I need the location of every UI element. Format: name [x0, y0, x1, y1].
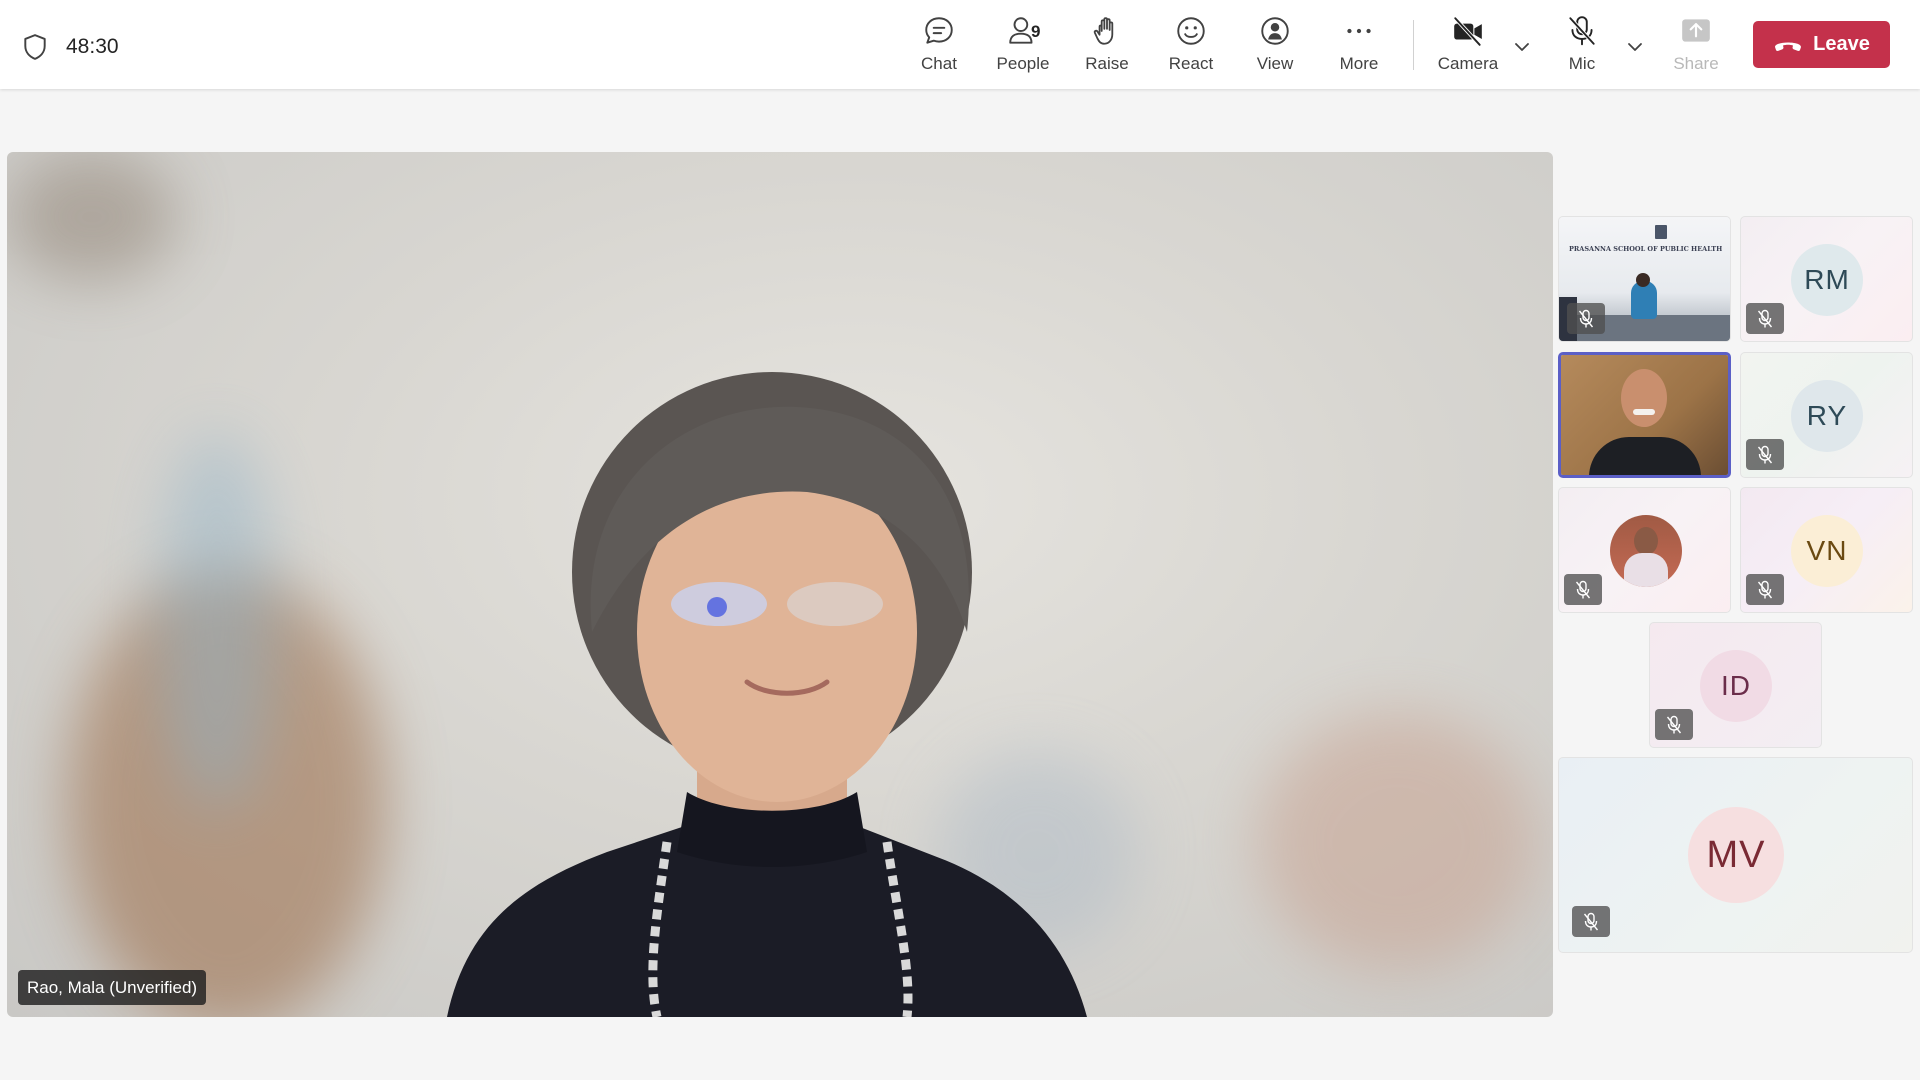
muted-indicator — [1564, 574, 1602, 605]
participant-smile — [1633, 409, 1655, 415]
camera-label: Camera — [1437, 54, 1499, 73]
room-person-head — [1636, 273, 1650, 287]
view-icon — [1261, 17, 1289, 45]
participant-tile[interactable]: ID — [1649, 622, 1822, 748]
muted-indicator — [1746, 574, 1784, 605]
chat-label: Chat — [921, 54, 957, 73]
people-button[interactable]: 9 People — [981, 14, 1065, 80]
avatar: VN — [1791, 515, 1863, 587]
view-button[interactable]: View — [1233, 14, 1317, 80]
more-button[interactable]: More — [1317, 14, 1401, 80]
share-icon — [1682, 19, 1710, 42]
react-button[interactable]: React — [1149, 14, 1233, 80]
participant-tile[interactable]: VN — [1740, 487, 1913, 613]
mic-off-icon — [1575, 580, 1591, 598]
share-label: Share — [1673, 54, 1719, 73]
smiley-icon — [1177, 17, 1205, 45]
avatar-photo — [1610, 515, 1682, 587]
people-label: People — [996, 54, 1050, 73]
leave-label: Leave — [1813, 33, 1870, 55]
muted-indicator — [1567, 303, 1605, 334]
shield-icon[interactable] — [22, 33, 48, 61]
participant-tile[interactable]: RM — [1740, 216, 1913, 342]
camera-off-icon — [1453, 16, 1482, 47]
raise-hand-icon — [1093, 17, 1114, 45]
more-label: More — [1339, 54, 1379, 73]
avatar: ID — [1700, 650, 1772, 722]
mic-off-icon — [1578, 309, 1594, 327]
muted-indicator — [1655, 709, 1693, 740]
participant-tile[interactable] — [1558, 487, 1731, 613]
mic-off-icon — [1757, 309, 1773, 327]
chat-button[interactable]: Chat — [897, 14, 981, 80]
more-dots-icon — [1347, 28, 1371, 34]
people-count-badge: 9 — [1031, 22, 1041, 41]
meeting-timer: 48:30 — [66, 35, 119, 58]
participant-name-tag: Rao, Mala (Unverified) — [18, 970, 207, 1005]
room-banner-text: PRASANNA SCHOOL OF PUBLIC HEALTH — [1569, 245, 1723, 253]
chat-icon — [925, 17, 953, 44]
participant-tile[interactable]: RY — [1740, 352, 1913, 478]
raise-hand-button[interactable]: Raise — [1065, 14, 1149, 80]
raise-label: Raise — [1085, 54, 1129, 73]
camera-button[interactable]: Camera — [1426, 14, 1510, 80]
react-label: React — [1168, 54, 1214, 73]
mic-off-icon — [1666, 715, 1682, 733]
main-video-feed[interactable]: Rao, Mala (Unverified) — [7, 152, 1553, 1017]
mic-off-icon — [1757, 445, 1773, 463]
meeting-toolbar: 48:30 Chat 9 People Raise React View Mor… — [0, 0, 1920, 89]
wall-frame — [1655, 225, 1667, 239]
muted-indicator — [1746, 303, 1784, 334]
avatar-photo-face — [1634, 527, 1658, 555]
avatar: RM — [1791, 244, 1863, 316]
speaker-silhouette — [447, 372, 1087, 1017]
toolbar-divider — [1413, 20, 1414, 70]
avatar: RY — [1791, 380, 1863, 452]
avatar-photo-body — [1624, 553, 1668, 587]
chevron-down-icon[interactable] — [1624, 36, 1646, 58]
participant-tile-active[interactable] — [1558, 352, 1731, 478]
participant-tile[interactable]: PRASANNA SCHOOL OF PUBLIC HEALTH — [1558, 216, 1731, 342]
leave-button[interactable]: Leave — [1753, 21, 1890, 68]
view-label: View — [1256, 54, 1294, 73]
hang-up-icon — [1775, 42, 1802, 51]
participant-face — [1621, 369, 1667, 427]
share-button[interactable]: Share — [1654, 14, 1738, 80]
chevron-down-icon[interactable] — [1511, 36, 1533, 58]
muted-indicator — [1572, 906, 1610, 937]
avatar: MV — [1688, 807, 1784, 903]
mic-label: Mic — [1568, 54, 1596, 73]
mic-off-icon — [1583, 912, 1599, 930]
mic-off-icon — [1757, 580, 1773, 598]
participant-tile[interactable]: MV — [1558, 757, 1913, 953]
mic-button[interactable]: Mic — [1540, 14, 1624, 80]
muted-indicator — [1746, 439, 1784, 470]
mic-off-icon — [1568, 16, 1596, 46]
